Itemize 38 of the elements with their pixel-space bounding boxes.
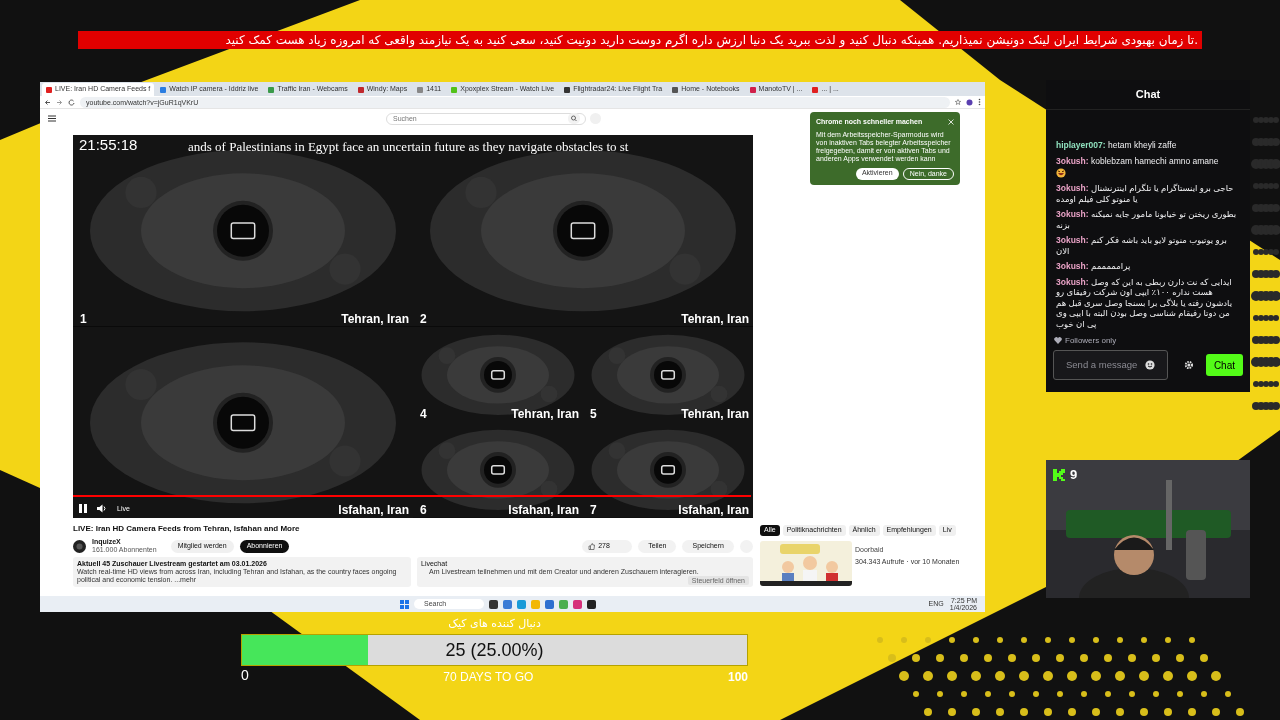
settings-icon[interactable] <box>1184 360 1194 370</box>
thumbs-up-icon <box>588 542 596 550</box>
menu-icon[interactable] <box>48 115 56 122</box>
goal-max-label: 100 <box>727 669 748 686</box>
chat-title: Chat <box>1046 80 1250 110</box>
goal-title: دنبال کننده های کیک <box>447 616 542 632</box>
search-icon[interactable] <box>568 113 580 124</box>
chat-message: hiplayer007: hetam kheyli zaffe <box>1056 140 1178 151</box>
forward-icon[interactable] <box>56 98 63 106</box>
camera-location: Isfahan, Iran <box>678 503 749 517</box>
heart-icon <box>1054 337 1062 344</box>
goal-reading: 25 (25.00%) <box>445 638 544 662</box>
reload-icon[interactable] <box>68 98 75 106</box>
viewer-count: 9 <box>1070 466 1078 484</box>
camera-number: 5 <box>590 407 597 422</box>
message-input[interactable]: Send a message <box>1053 350 1169 380</box>
back-icon[interactable] <box>44 98 51 106</box>
start-icon[interactable] <box>400 599 409 609</box>
camera-location: Isfahan, Iran <box>508 503 579 517</box>
announcement-banner: .تا زمان بهبودی شرایط ایران لینک دونیشن نمیذاریم. همینکه دنبال کنید و لذت ببرید یک دنیا ارزش داره اگرم دوست دارید دونیت کنید، سعی کنید به یک نیازمند واقعی که امروزه زیاد هست کمک کنید <box>78 31 1202 49</box>
camera-number: 7 <box>590 503 597 517</box>
more-options-icon[interactable] <box>978 98 981 106</box>
close-icon[interactable] <box>948 119 954 126</box>
camera-number: 4 <box>420 407 427 422</box>
camera-location: Tehran, Iran <box>681 407 749 422</box>
chat-message: 3okush: koblebzam hamechi amno amane <box>1056 155 1220 166</box>
emoji-icon[interactable] <box>1145 360 1156 370</box>
video-title: LIVE: Iran HD Camera Feeds from Tehran, Isfahan and More <box>73 523 301 535</box>
camera-location: Tehran, Iran <box>511 407 579 422</box>
chat-send-button[interactable]: Chat <box>1205 354 1243 376</box>
profile-icon[interactable] <box>966 98 973 106</box>
channel-avatar-icon[interactable] <box>73 539 86 553</box>
days-left-label: 70 DAYS TO GO <box>443 669 534 686</box>
followers-only-label: Followers only <box>1065 334 1117 347</box>
kick-logo-icon <box>1052 467 1066 482</box>
goal-min-label: 0 <box>241 666 249 685</box>
star-icon[interactable] <box>955 99 961 105</box>
camera-number: 6 <box>420 503 427 517</box>
